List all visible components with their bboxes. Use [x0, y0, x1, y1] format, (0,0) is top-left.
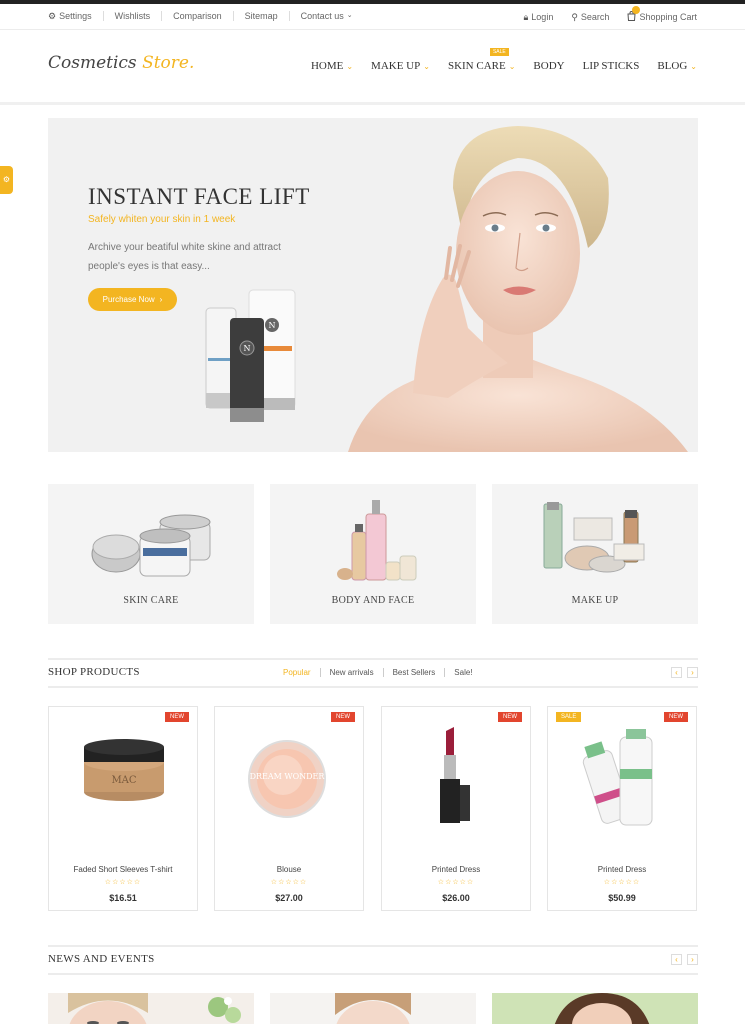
tab-popular[interactable]: Popular [274, 668, 321, 677]
news-image [48, 993, 254, 1024]
next-arrow-icon[interactable]: › [687, 667, 698, 678]
news-header: NEWS AND EVENTS ‹ › [48, 945, 698, 975]
main-nav: HOME ⌄ MAKE UP ⌄ SALE SKIN CARE ⌄ BODY LIP S… [293, 48, 697, 72]
chevron-down-icon: ⌄ [423, 61, 430, 71]
gear-icon: ⚙ [48, 11, 57, 21]
tab-new-arrivals[interactable]: New arrivals [321, 668, 384, 677]
news-image [492, 993, 698, 1024]
lock-icon: 🔒︎ [523, 11, 529, 22]
hero-subtitle: Safely whiten your skin in 1 week [88, 214, 236, 225]
svg-text:N: N [269, 321, 276, 330]
product-price: $26.00 [442, 893, 470, 903]
rating-stars: ☆☆☆☆☆ [270, 879, 308, 886]
svg-text:N: N [244, 344, 251, 353]
news-card[interactable] [270, 993, 476, 1024]
shop-products-header: SHOP PRODUCTS Popular New arrivals Best … [48, 658, 698, 688]
contact-us-link[interactable]: Contact us ⌄ [290, 11, 364, 21]
category-label: BODY AND FACE [331, 595, 415, 606]
new-badge: NEW [498, 712, 522, 722]
product-card[interactable]: NEW Printed Dress ☆☆☆☆☆ $26.00 [381, 706, 531, 911]
section-title: NEWS AND EVENTS [48, 953, 155, 965]
product-image: DREAM WONDER [248, 740, 326, 818]
top-bar: ⚙ Settings Wishlists Comparison Sitemap C… [0, 4, 745, 30]
gear-icon: ⚙ [2, 175, 11, 184]
store-logo[interactable]: Cosmetics Store. [48, 53, 194, 73]
tab-sale[interactable]: Sale! [445, 668, 481, 677]
sale-badge: SALE [556, 712, 582, 722]
rating-stars: ☆☆☆☆☆ [104, 879, 142, 886]
login-link[interactable]: 🔒︎ Login [524, 12, 554, 23]
hero-title: INSTANT FACE LIFT [88, 184, 310, 209]
settings-side-tab[interactable]: ⚙ [0, 166, 13, 194]
product-card[interactable]: NEW DREAM WONDER Blouse ☆☆☆☆☆ $27.00 [214, 706, 364, 911]
skin-care-image [91, 514, 211, 577]
product-image: MAC [84, 739, 164, 801]
product-card[interactable]: NEW MAC Faded Short Sleeves T-shirt ☆☆☆☆… [48, 706, 198, 911]
product-name[interactable]: Printed Dress [548, 865, 696, 874]
chevron-down-icon: ⌄ [690, 61, 697, 71]
purchase-now-button[interactable]: Purchase Now › [88, 288, 177, 311]
sale-badge: SALE [489, 48, 509, 56]
new-badge: NEW [165, 712, 189, 722]
product-name[interactable]: Faded Short Sleeves T-shirt [49, 865, 197, 874]
product-name[interactable]: Printed Dress [382, 865, 530, 874]
product-grid: NEW MAC Faded Short Sleeves T-shirt ☆☆☆☆… [48, 706, 698, 911]
carousel-arrows: ‹ › [666, 954, 698, 965]
news-image [270, 993, 476, 1024]
new-badge: NEW [331, 712, 355, 722]
chevron-down-icon: ⌄ [508, 61, 516, 71]
product-price: $27.00 [275, 893, 303, 903]
tab-best-sellers[interactable]: Best Sellers [384, 668, 446, 677]
hero-description: Archive your beatiful white skine and at… [88, 242, 281, 272]
category-label: SKIN CARE [123, 595, 179, 606]
category-body-and-face[interactable]: BODY AND FACE [270, 484, 476, 624]
category-label: MAKE UP [571, 595, 619, 606]
category-grid: SKIN CARE BODY AND FACE MAKE UP [48, 484, 698, 624]
product-tabs: Popular New arrivals Best Sellers Sale! [274, 668, 482, 677]
settings-link[interactable]: ⚙ Settings [48, 11, 104, 21]
comparison-link[interactable]: Comparison [162, 11, 234, 21]
make-up-image [543, 502, 645, 573]
hero-illustration: N N [205, 126, 688, 452]
wishlists-link[interactable]: Wishlists [104, 11, 163, 21]
product-price: $50.99 [608, 893, 636, 903]
section-title: SHOP PRODUCTS [48, 666, 140, 678]
carousel-arrows: ‹ › [666, 667, 698, 678]
header: Cosmetics Store. HOME ⌄ MAKE UP ⌄ SALE SKIN… [0, 31, 745, 105]
nav-item-home[interactable]: HOME ⌄ [311, 60, 353, 72]
news-card[interactable] [492, 993, 698, 1024]
product-card[interactable]: SALE NEW Printed Dress ☆☆☆☆☆ $50.99 [547, 706, 697, 911]
nav-item-body[interactable]: BODY [533, 60, 564, 72]
chevron-down-icon: ⌄ [346, 61, 354, 71]
search-link[interactable]: ⚲ Search [571, 12, 609, 23]
product-label: MAC [111, 775, 136, 786]
nav-item-make-up[interactable]: MAKE UP ⌄ [371, 60, 430, 72]
hero-banner: N N INSTANT FACE LIFT Safely whiten your… [48, 118, 698, 452]
chevron-right-icon: › [159, 295, 163, 304]
sitemap-link[interactable]: Sitemap [234, 11, 290, 21]
prev-arrow-icon[interactable]: ‹ [671, 954, 682, 965]
product-name[interactable]: Blouse [215, 865, 363, 874]
nav-item-lip-sticks[interactable]: LIP STICKS [583, 60, 640, 72]
next-arrow-icon[interactable]: › [687, 954, 698, 965]
rating-stars: ☆☆☆☆☆ [437, 879, 475, 886]
shopping-cart-link[interactable]: Shopping Cart [627, 6, 697, 23]
product-image [440, 727, 470, 823]
body-and-face-image [337, 500, 417, 581]
rating-stars: ☆☆☆☆☆ [603, 879, 641, 886]
search-icon: ⚲ [571, 11, 578, 22]
cart-icon [627, 6, 641, 23]
product-image [582, 729, 653, 826]
new-badge: NEW [664, 712, 688, 722]
prev-arrow-icon[interactable]: ‹ [671, 667, 682, 678]
nav-item-skin-care[interactable]: SALE SKIN CARE ⌄ [448, 48, 516, 72]
product-label: DREAM WONDER [250, 772, 326, 781]
news-grid [48, 993, 698, 1024]
nav-item-blog[interactable]: BLOG ⌄ [657, 60, 697, 72]
chevron-down-icon: ⌄ [346, 12, 353, 19]
category-make-up[interactable]: MAKE UP [492, 484, 698, 624]
product-price: $16.51 [109, 893, 137, 903]
category-skin-care[interactable]: SKIN CARE [48, 484, 254, 624]
news-card[interactable] [48, 993, 254, 1024]
